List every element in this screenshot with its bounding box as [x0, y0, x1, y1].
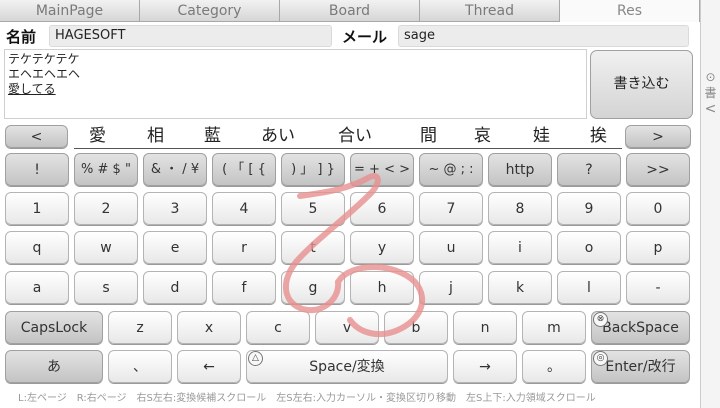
candidate-item[interactable]: 娃 — [533, 124, 550, 148]
key-6[interactable]: 6 — [350, 192, 414, 225]
key-s[interactable]: s — [74, 271, 138, 304]
candidate-item[interactable]: 愛 — [89, 124, 106, 148]
key-comma[interactable]: 、 — [108, 350, 172, 383]
mail-label: メール — [342, 28, 388, 46]
candidate-item[interactable]: 挨 — [590, 124, 607, 148]
key-q[interactable]: q — [5, 231, 69, 264]
key-period[interactable]: 。 — [522, 350, 586, 383]
key-1[interactable]: 1 — [5, 192, 69, 225]
key-d[interactable]: d — [143, 271, 207, 304]
key-anchor[interactable]: >> — [626, 153, 690, 186]
key-2[interactable]: 2 — [74, 192, 138, 225]
key-j[interactable]: j — [419, 271, 483, 304]
key-h[interactable]: h — [350, 271, 414, 304]
name-field[interactable]: HAGESOFT — [49, 25, 332, 47]
tab-board[interactable]: Board — [279, 0, 420, 22]
kana-mode-key[interactable]: あ — [5, 350, 103, 383]
key-l[interactable]: l — [557, 271, 621, 304]
key-x[interactable]: x — [177, 311, 241, 344]
key-a[interactable]: a — [5, 271, 69, 304]
capslock-key[interactable]: CapsLock — [5, 311, 103, 344]
candidate-item[interactable]: 藍 — [204, 124, 221, 148]
key-z[interactable]: z — [108, 311, 172, 344]
candidate-next-button[interactable]: > — [625, 125, 691, 148]
key-9[interactable]: 9 — [557, 192, 621, 225]
side-panel: ⊙ 書 < — [700, 0, 720, 408]
side-label: 書 — [704, 86, 717, 100]
message-line: テケテケテケ — [8, 52, 80, 66]
tab-mainpage[interactable]: MainPage — [0, 0, 140, 22]
key-0[interactable]: 0 — [626, 192, 690, 225]
key-e[interactable]: e — [143, 231, 207, 264]
tab-res[interactable]: Res — [559, 0, 700, 22]
key-m[interactable]: m — [522, 311, 586, 344]
footer-help: L:左ページ R:右ページ 右S左右:変換候補スクロール 左S左右:入力カーソル… — [18, 393, 596, 404]
candidate-item[interactable]: 相 — [147, 124, 164, 148]
key-symbols-2[interactable]: & ・ / ¥ — [143, 153, 207, 186]
key-http[interactable]: http — [488, 153, 552, 186]
key-y[interactable]: y — [350, 231, 414, 264]
message-line: 愛してる — [8, 82, 56, 96]
submit-button[interactable]: 書き込む — [590, 50, 693, 119]
key-o[interactable]: o — [557, 231, 621, 264]
cross-circle-icon: ⊗ — [593, 312, 608, 327]
key-3[interactable]: 3 — [143, 192, 207, 225]
key-u[interactable]: u — [419, 231, 483, 264]
key-4[interactable]: 4 — [212, 192, 276, 225]
key-n[interactable]: n — [453, 311, 517, 344]
tab-bar: MainPage Category Board Thread Res — [0, 0, 700, 22]
space-key[interactable]: Space/変換 — [246, 350, 448, 383]
key-i[interactable]: i — [488, 231, 552, 264]
key-hyphen[interactable]: - — [626, 271, 690, 304]
key-symbols-3[interactable]: = + < > — [350, 153, 414, 186]
tab-thread[interactable]: Thread — [419, 0, 560, 22]
key-t[interactable]: t — [281, 231, 345, 264]
name-label: 名前 — [6, 28, 37, 46]
key-c[interactable]: c — [246, 311, 310, 344]
candidate-item[interactable]: 合い — [338, 124, 372, 148]
message-line: エヘエヘエヘ — [8, 67, 81, 81]
candidate-item[interactable]: 哀 — [474, 124, 491, 148]
key-8[interactable]: 8 — [488, 192, 552, 225]
tab-category[interactable]: Category — [139, 0, 280, 22]
key-r[interactable]: r — [212, 231, 276, 264]
right-arrow-key[interactable]: → — [453, 350, 517, 383]
ring-circle-icon: ◎ — [593, 351, 608, 366]
key-b[interactable]: b — [384, 311, 448, 344]
key-w[interactable]: w — [74, 231, 138, 264]
key-7[interactable]: 7 — [419, 192, 483, 225]
key-open-brackets[interactable]: ( 「 [ { — [212, 153, 276, 186]
key-k[interactable]: k — [488, 271, 552, 304]
left-arrow-key[interactable]: ← — [177, 350, 241, 383]
key-question[interactable]: ? — [557, 153, 621, 186]
chevron-left-icon[interactable]: < — [703, 101, 718, 117]
key-symbols-4[interactable]: ~ @ ; : — [419, 153, 483, 186]
candidate-item[interactable]: 間 — [420, 124, 437, 148]
candidate-prev-button[interactable]: < — [5, 125, 68, 148]
key-exclaim[interactable]: ! — [5, 153, 69, 186]
key-5[interactable]: 5 — [281, 192, 345, 225]
key-close-brackets[interactable]: ) 」 ] } — [281, 153, 345, 186]
candidate-item[interactable]: あい — [261, 124, 295, 148]
key-v[interactable]: v — [315, 311, 379, 344]
key-g[interactable]: g — [281, 271, 345, 304]
message-textarea[interactable]: テケテケテケ エヘエヘエヘ 愛してる — [4, 49, 587, 119]
circle-icon[interactable]: ⊙ — [703, 70, 718, 84]
key-f[interactable]: f — [212, 271, 276, 304]
key-p[interactable]: p — [626, 231, 690, 264]
triangle-circle-icon: △ — [248, 351, 263, 366]
candidate-bar: 愛 相 藍 あい 合い 間 哀 娃 挨 — [74, 124, 622, 149]
key-symbols-1[interactable]: % # $ " — [74, 153, 138, 186]
mail-field[interactable]: sage — [398, 25, 689, 47]
